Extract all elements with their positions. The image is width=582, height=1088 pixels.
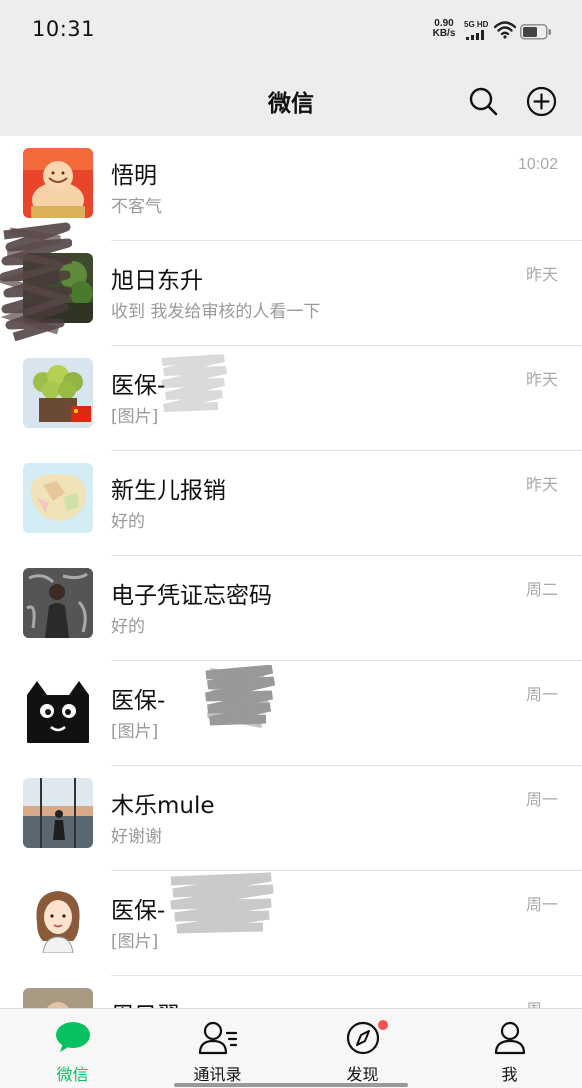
tab-contacts[interactable]: 通讯录 (145, 1009, 290, 1088)
tab-label: 微信 (56, 1065, 89, 1084)
chat-preview: 好的 (111, 617, 145, 637)
chat-time: 周二 (525, 582, 558, 599)
tab-bar: 微信 通讯录 发现 我 (0, 1008, 582, 1088)
redaction-scribble (170, 872, 274, 934)
chat-name: 电子凭证忘密码 (111, 583, 272, 609)
chat-item[interactable]: 新生儿报销 好的 昨天 (0, 451, 582, 556)
tab-chats[interactable]: 微信 (0, 1009, 145, 1088)
chat-bubble-icon (55, 1022, 90, 1052)
chat-time: 昨天 (525, 267, 558, 284)
avatar-black-cat (23, 673, 93, 743)
contacts-icon (198, 1021, 237, 1055)
redaction-scribble (161, 354, 227, 412)
header: 微信 (0, 62, 582, 136)
chat-name: 木乐mule (111, 793, 215, 819)
chat-item[interactable]: 旭日东升 收到 我发给审核的人看一下 昨天 (0, 222, 582, 346)
tab-me[interactable]: 我 (437, 1009, 582, 1088)
avatar-person (23, 568, 93, 638)
chat-name: 医保- (111, 688, 166, 714)
chat-preview: 不客气 (111, 197, 162, 217)
chat-name: 医保- (111, 373, 166, 399)
avatar-map (23, 463, 93, 533)
chat-item[interactable]: 医保- [图片] 周一 (0, 661, 582, 766)
redaction-scribble (204, 665, 276, 728)
avatar-portrait (23, 988, 93, 1008)
chat-name: 医保- (111, 898, 166, 924)
chat-time: 10:02 (517, 156, 558, 173)
avatar-buddha (23, 148, 93, 218)
person-icon (494, 1021, 525, 1055)
compass-icon (346, 1021, 379, 1055)
tab-discover[interactable]: 发现 (290, 1009, 435, 1088)
chat-time: 周一 (525, 687, 558, 704)
chat-preview: 收到 我发给审核的人看一下 (111, 302, 321, 322)
chat-preview: 好的 (111, 512, 145, 532)
notification-badge (378, 1020, 388, 1030)
tab-label: 发现 (346, 1065, 379, 1084)
signal-icon: 5G HD (464, 20, 490, 42)
chat-preview: 好谢谢 (111, 827, 162, 847)
avatar-cartoon-woman (23, 883, 93, 953)
network-speed-unit: KB/s (432, 28, 456, 39)
chat-item[interactable]: 医保- [图片] 昨天 (0, 346, 582, 451)
chat-preview: [图片] (111, 932, 159, 952)
chat-time: 周一 (525, 792, 558, 809)
home-indicator[interactable] (174, 1083, 408, 1087)
network-speed: 0.90 KB/s (430, 19, 458, 39)
chat-preview: [图片] (111, 407, 159, 427)
tab-label: 通讯录 (193, 1065, 242, 1084)
chat-item[interactable]: 周目翠 周一 (0, 976, 582, 1008)
chat-item[interactable]: 医保- [图片] 周一 (0, 871, 582, 976)
chat-preview: [图片] (111, 722, 159, 742)
chat-time: 昨天 (525, 372, 558, 389)
chat-name: 新生儿报销 (111, 478, 226, 504)
chat-time: 周一 (525, 897, 558, 914)
chat-time: 周一 (526, 996, 558, 1008)
add-circle-icon[interactable] (526, 86, 557, 117)
status-time: 10:31 (32, 17, 96, 41)
network-type-label: 5G HD (464, 20, 489, 29)
chat-time: 昨天 (525, 477, 558, 494)
chat-item[interactable]: 悟明 不客气 10:02 (0, 136, 582, 241)
chat-item[interactable]: 电子凭证忘密码 好的 周二 (0, 556, 582, 661)
wifi-icon (494, 21, 516, 39)
chat-name: 旭日东升 (111, 268, 203, 294)
avatar-potted-plant (23, 358, 93, 428)
status-bar: 10:31 0.90 KB/s 5G HD (0, 0, 582, 62)
chat-name: 周目翠 (111, 996, 180, 1008)
chat-list: 悟明 不客气 10:02 旭日东升 收到 我发给审核的人看一下 昨天 医保- [… (0, 136, 582, 1008)
avatar-plants (23, 253, 93, 323)
tab-label: 我 (501, 1065, 518, 1084)
avatar-window-scene (23, 778, 93, 848)
search-icon[interactable] (468, 86, 498, 116)
chat-item[interactable]: 木乐mule 好谢谢 周一 (0, 766, 582, 871)
chat-name: 悟明 (111, 163, 157, 189)
battery-icon (520, 24, 551, 40)
